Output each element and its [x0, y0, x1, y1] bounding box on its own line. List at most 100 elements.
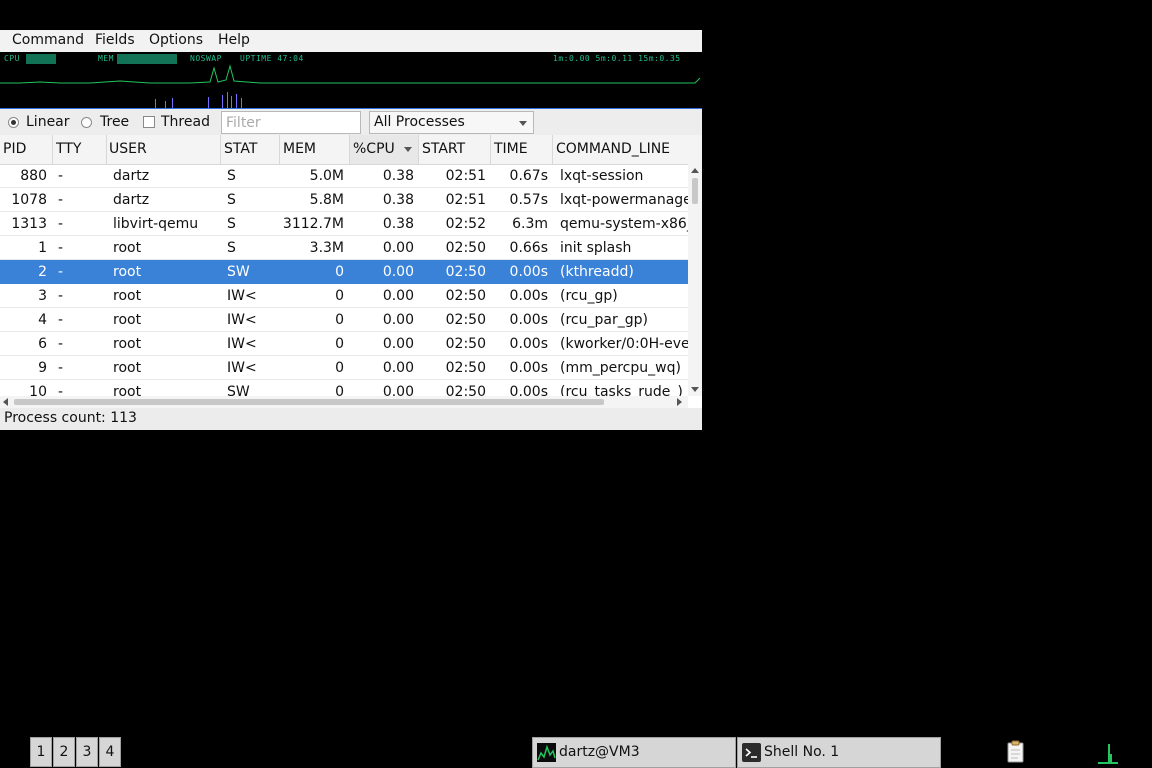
- scroll-left-icon[interactable]: [3, 398, 8, 406]
- menu-options[interactable]: Options: [149, 32, 203, 48]
- cell-tty: -: [58, 264, 64, 280]
- horizontal-scrollbar[interactable]: [0, 396, 688, 408]
- cell-command: (rcu_gp): [560, 288, 618, 304]
- cell-pid: 4: [38, 312, 47, 328]
- cell-pid: 1078: [11, 192, 47, 208]
- cell-time: 0.00s: [509, 312, 548, 328]
- process-filter-value: All Processes: [374, 114, 465, 130]
- cell-time: 0.00s: [509, 264, 548, 280]
- task-shell[interactable]: Shell No. 1: [737, 737, 941, 768]
- column-start[interactable]: START: [419, 135, 491, 164]
- cell-stat: S: [227, 168, 236, 184]
- column-command-line[interactable]: COMMAND_LINE: [553, 135, 702, 164]
- menu-help[interactable]: Help: [218, 32, 250, 48]
- cell-user: root: [113, 312, 142, 328]
- system-monitor-graph: CPU MEM NOSWAP UPTIME 47:04 1m:0.00 5m:0…: [0, 52, 702, 108]
- tree-label[interactable]: Tree: [100, 114, 129, 130]
- view-toolbar: Linear Tree Thread All Processes: [0, 108, 702, 136]
- column-tty[interactable]: TTY: [53, 135, 107, 164]
- cell-time: 0.00s: [509, 384, 548, 396]
- cell-cpu: 0.38: [382, 216, 414, 232]
- cell-pid: 3: [38, 288, 47, 304]
- cell-pid: 10: [29, 384, 47, 396]
- scroll-right-icon[interactable]: [677, 398, 682, 406]
- workspace-4[interactable]: 4: [99, 737, 121, 767]
- menu-fields[interactable]: Fields: [95, 32, 135, 48]
- cell-time: 0.66s: [509, 240, 548, 256]
- column-stat[interactable]: STAT: [221, 135, 280, 164]
- cell-tty: -: [58, 288, 64, 304]
- cell-pid: 880: [20, 168, 47, 184]
- cell-tty: -: [58, 312, 64, 328]
- workspace-3[interactable]: 3: [76, 737, 98, 767]
- cell-command: (mm_percpu_wq): [560, 360, 681, 376]
- process-manager-window: Command Fields Options Help CPU MEM NOSW…: [0, 30, 702, 430]
- table-row[interactable]: 10- root SW 0 0.00 02:50 0.00s (rcu_tasks_rude_…: [0, 380, 688, 396]
- scroll-up-icon[interactable]: [691, 168, 699, 173]
- horizontal-scroll-thumb[interactable]: [14, 399, 604, 405]
- workspace-1[interactable]: 1: [30, 737, 52, 767]
- cell-user: root: [113, 240, 142, 256]
- table-body: 880- dartz S 5.0M 0.38 02:51 0.67s lxqt-session…: [0, 164, 688, 396]
- cell-mem: 0: [335, 384, 344, 396]
- cell-tty: -: [58, 240, 64, 256]
- cell-tty: -: [58, 168, 64, 184]
- column-cpu[interactable]: %CPU: [350, 135, 419, 164]
- cell-stat: IW<: [227, 288, 257, 304]
- column-pid[interactable]: PID: [0, 135, 53, 164]
- workspace-2[interactable]: 2: [53, 737, 75, 767]
- cell-start: 02:50: [445, 312, 486, 328]
- tree-radio[interactable]: [81, 117, 92, 128]
- menu-command[interactable]: Command: [12, 32, 84, 48]
- task-system-monitor[interactable]: dartz@VM3: [532, 737, 736, 768]
- table-row[interactable]: 1- root S 3.3M 0.00 02:50 0.66s init splash: [0, 236, 688, 260]
- filter-input[interactable]: [221, 111, 361, 134]
- cell-pid: 1: [38, 240, 47, 256]
- cell-mem: 0: [335, 336, 344, 352]
- clipboard-icon[interactable]: [1005, 740, 1027, 764]
- cell-pid: 2: [38, 264, 47, 280]
- cell-cpu: 0.00: [382, 384, 414, 396]
- cell-command: (rcu_tasks_rude_): [560, 384, 683, 396]
- swap-label: NOSWAP: [190, 54, 222, 63]
- table-row[interactable]: 4- root IW< 0 0.00 02:50 0.00s (rcu_par_gp): [0, 308, 688, 332]
- cpu-monitor-icon[interactable]: [1096, 740, 1120, 764]
- cell-start: 02:50: [445, 384, 486, 396]
- menu-bar: Command Fields Options Help: [0, 30, 702, 53]
- table-row[interactable]: 6- root IW< 0 0.00 02:50 0.00s (kworker/0:0H-ev…: [0, 332, 688, 356]
- cell-cpu: 0.00: [382, 288, 414, 304]
- thread-label[interactable]: Thread: [161, 114, 210, 130]
- cell-command: (kthreadd): [560, 264, 634, 280]
- table-row[interactable]: 880- dartz S 5.0M 0.38 02:51 0.67s lxqt-session: [0, 164, 688, 188]
- vertical-scrollbar[interactable]: [688, 164, 702, 396]
- table-row[interactable]: 1313- libvirt-qemu S 3112.7M 0.38 02:52 6.3m qe…: [0, 212, 688, 236]
- cell-start: 02:52: [445, 216, 486, 232]
- linear-radio[interactable]: [8, 117, 19, 128]
- cell-time: 0.57s: [509, 192, 548, 208]
- cell-time: 6.3m: [512, 216, 548, 232]
- cell-pid: 9: [38, 360, 47, 376]
- table-row[interactable]: 1078- dartz S 5.8M 0.38 02:51 0.57s lxqt-powerm…: [0, 188, 688, 212]
- column-time[interactable]: TIME: [491, 135, 553, 164]
- table-row[interactable]: 2- root SW 0 0.00 02:50 0.00s (kthreadd): [0, 260, 688, 284]
- cell-cpu: 0.00: [382, 360, 414, 376]
- cell-start: 02:50: [445, 264, 486, 280]
- cell-stat: SW: [227, 384, 250, 396]
- vertical-scroll-thumb[interactable]: [692, 178, 698, 204]
- task-label-shell: Shell No. 1: [764, 744, 840, 760]
- column-user[interactable]: USER: [107, 135, 221, 164]
- cell-stat: S: [227, 192, 236, 208]
- cell-pid: 6: [38, 336, 47, 352]
- column-mem[interactable]: MEM: [280, 135, 350, 164]
- cell-command: lxqt-powermanage: [560, 192, 688, 208]
- linear-label[interactable]: Linear: [26, 114, 70, 130]
- thread-checkbox[interactable]: [143, 116, 155, 128]
- table-row[interactable]: 3- root IW< 0 0.00 02:50 0.00s (rcu_gp): [0, 284, 688, 308]
- table-row[interactable]: 9- root IW< 0 0.00 02:50 0.00s (mm_percpu_wq): [0, 356, 688, 380]
- cell-stat: IW<: [227, 312, 257, 328]
- cell-user: root: [113, 336, 142, 352]
- cell-command: (rcu_par_gp): [560, 312, 648, 328]
- process-filter-select[interactable]: All Processes: [369, 111, 534, 134]
- scroll-down-icon[interactable]: [691, 387, 699, 392]
- cell-mem: 5.8M: [309, 192, 344, 208]
